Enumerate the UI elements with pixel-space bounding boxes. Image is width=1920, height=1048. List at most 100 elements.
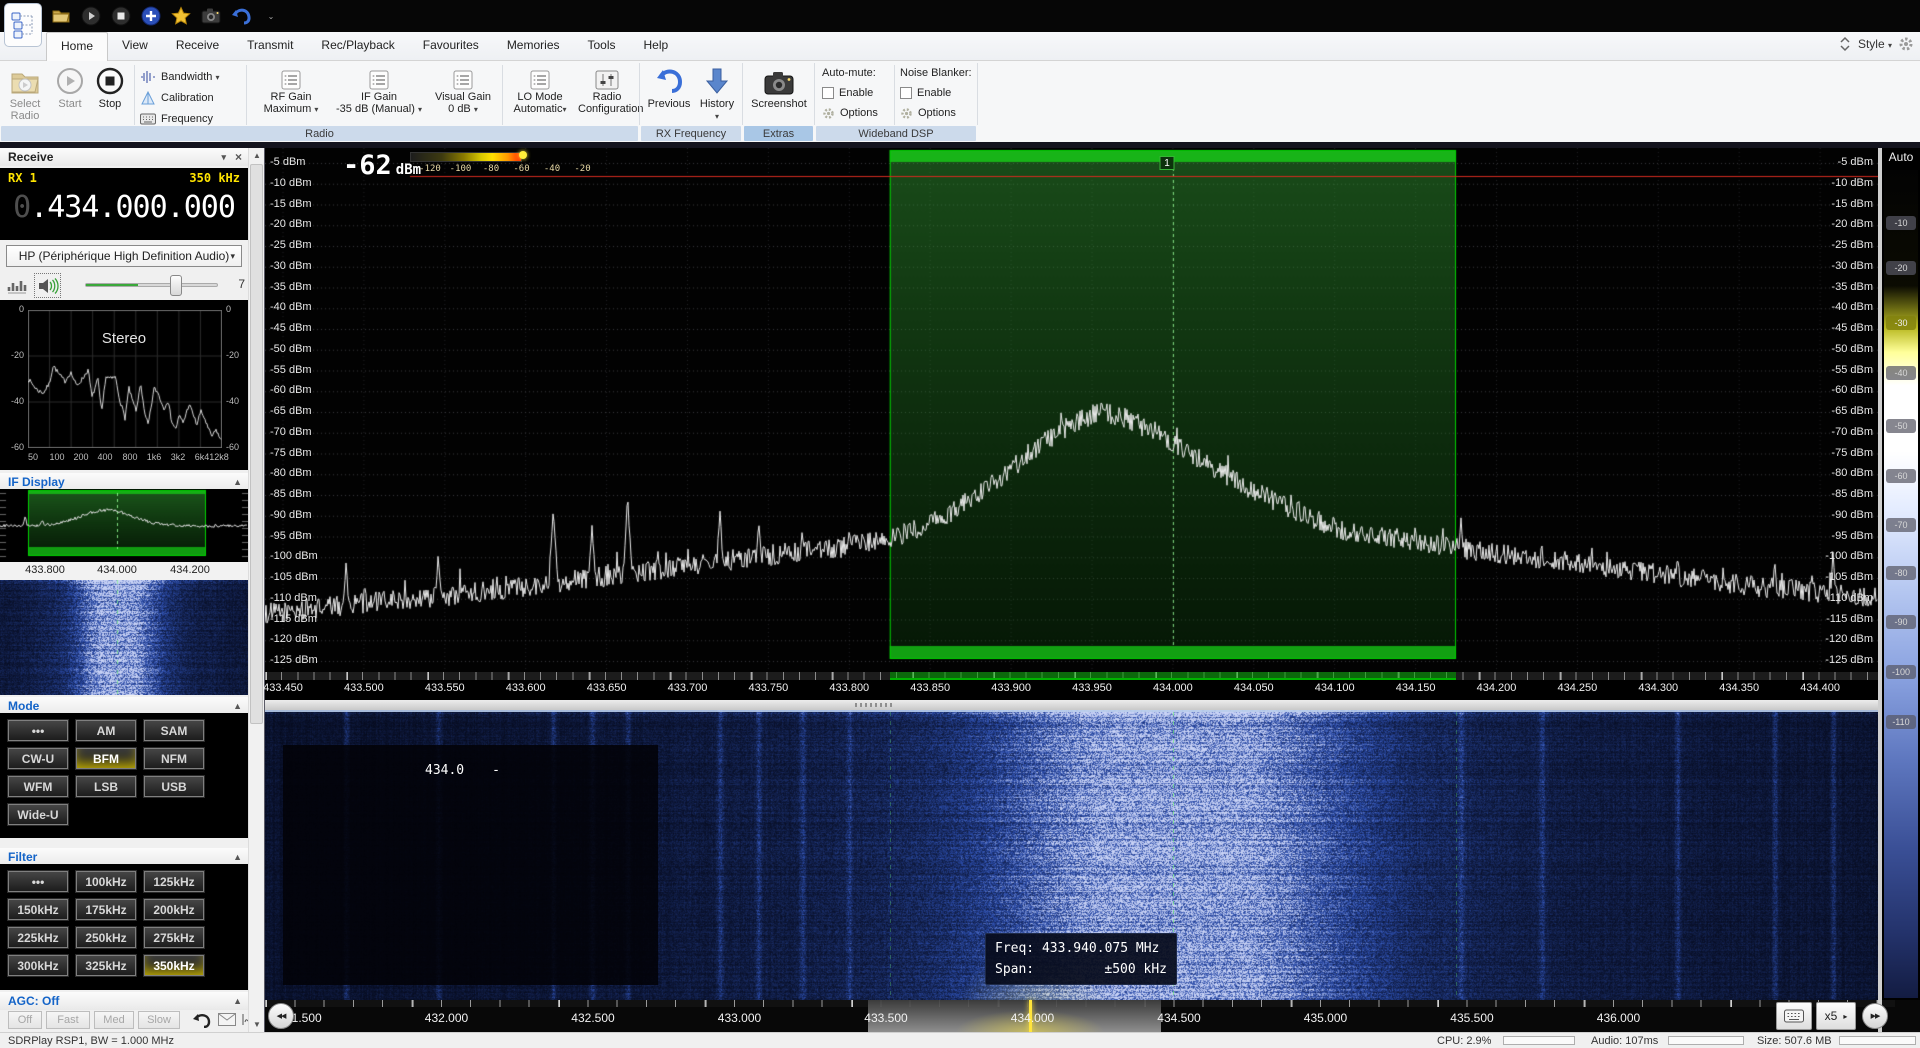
filter-button-225kHz[interactable]: 225kHz	[8, 927, 68, 948]
splitter-grip-icon[interactable]	[855, 703, 893, 707]
mode-button-WFM[interactable]: WFM	[8, 776, 68, 797]
mode-button-BFM[interactable]: BFM	[76, 748, 136, 769]
app-menu-button[interactable]	[4, 3, 42, 47]
panel-close-icon[interactable]: ×	[235, 150, 242, 164]
favourite-star-icon[interactable]	[170, 5, 192, 27]
filter-button-200kHz[interactable]: 200kHz	[144, 899, 204, 920]
auto-mute-options[interactable]: Options	[822, 103, 892, 123]
filter-button-350kHz[interactable]: 350kHz	[144, 955, 204, 976]
tab-view[interactable]: View	[108, 32, 162, 61]
agc-button-slow[interactable]: Slow	[138, 1011, 180, 1029]
filter-button-[interactable]: •••	[8, 871, 68, 892]
add-icon[interactable]	[140, 5, 162, 27]
tab-home[interactable]: Home	[46, 32, 108, 61]
camera-icon[interactable]	[200, 5, 222, 27]
radio-configuration-button[interactable]: Radio Configuration	[578, 63, 636, 115]
audio-device-select[interactable]: HP (Périphérique High Definition Audio) …	[6, 245, 242, 267]
stop-button[interactable]: Stop	[92, 63, 128, 110]
lo-mode-button[interactable]: LO Mode Automatic▾	[506, 63, 574, 115]
tab-favourites[interactable]: Favourites	[409, 32, 493, 61]
auto-mute-enable[interactable]: Enable	[822, 83, 892, 103]
band-navigation-bar[interactable]: 431.500432.000432.500433.000433.500434.0…	[265, 1000, 1920, 1032]
undo-icon[interactable]	[230, 5, 252, 27]
if-display-panel[interactable]	[0, 489, 248, 562]
tab-memories[interactable]: Memories	[493, 32, 574, 61]
rf-gain-button[interactable]: RF Gain Maximum ▾	[250, 63, 332, 115]
undo-arrow-icon[interactable]	[192, 1012, 212, 1028]
scrollbar-thumb[interactable]	[250, 164, 263, 724]
play-icon[interactable]	[80, 5, 102, 27]
nav-zoom-button[interactable]: x5▸	[1816, 1002, 1856, 1030]
frequency-digits[interactable]: 0.434.000.000	[2, 190, 246, 225]
rx-marker-badge[interactable]: 1	[1160, 156, 1175, 170]
section-collapse-icon[interactable]: ▲	[233, 701, 242, 711]
section-collapse-icon[interactable]: ▲	[233, 477, 242, 487]
visual-gain-button[interactable]: Visual Gain 0 dB ▾	[426, 63, 500, 115]
auto-mute-checkbox[interactable]	[822, 87, 834, 99]
volume-slider-handle[interactable]	[170, 275, 182, 296]
filter-button-325kHz[interactable]: 325kHz	[76, 955, 136, 976]
if-waterfall[interactable]	[0, 580, 248, 695]
spectrum-display[interactable]: -62dBm -120-100-80-60-40-20 1 -5 dBm-10 …	[265, 148, 1878, 672]
noise-blanker-enable[interactable]: Enable	[900, 83, 976, 103]
mute-button[interactable]	[34, 273, 61, 298]
collapse-expand-icon[interactable]	[1838, 36, 1852, 52]
volume-slider[interactable]	[85, 283, 218, 287]
mode-button-CWU[interactable]: CW-U	[8, 748, 68, 769]
bandwidth-button[interactable]: Bandwidth ▾	[140, 67, 219, 86]
spectrum-canvas[interactable]	[265, 148, 1878, 672]
filter-button-175kHz[interactable]: 175kHz	[76, 899, 136, 920]
mode-button-AM[interactable]: AM	[76, 720, 136, 741]
tab-transmit[interactable]: Transmit	[233, 32, 307, 61]
equalizer-icon[interactable]	[7, 277, 27, 295]
select-radio-button[interactable]: SelectRadio	[2, 63, 48, 122]
spectrum-frequency-scale[interactable]: 433.450433.500433.550433.600433.650433.7…	[265, 672, 1878, 700]
start-button[interactable]: Start	[52, 63, 88, 110]
section-collapse-icon[interactable]: ▲	[233, 852, 242, 862]
nav-scroll-left-button[interactable]: ◀◀	[268, 1003, 294, 1029]
agc-button-med[interactable]: Med	[94, 1011, 134, 1029]
filter-button-300kHz[interactable]: 300kHz	[8, 955, 68, 976]
screenshot-button[interactable]: Screenshot	[748, 63, 810, 110]
previous-frequency-button[interactable]: Previous	[646, 63, 692, 110]
tab-tools[interactable]: Tools	[574, 32, 630, 61]
open-folder-icon[interactable]	[50, 5, 72, 27]
tab-receive[interactable]: Receive	[162, 32, 233, 61]
envelope-icon[interactable]	[218, 1013, 236, 1026]
nav-scroll-right-button[interactable]: ▶▶	[1862, 1003, 1888, 1029]
mode-button-LSB[interactable]: LSB	[76, 776, 136, 797]
settings-gear-icon[interactable]	[1898, 36, 1914, 52]
scroll-down-icon[interactable]: ▼	[249, 1017, 265, 1032]
panel-collapse-icon[interactable]: ▾	[221, 152, 226, 163]
filter-button-250kHz[interactable]: 250kHz	[76, 927, 136, 948]
waterfall-colorbar[interactable]: Auto -10-20-30-40-50-60-70-80-90-100-110	[1882, 148, 1920, 1000]
stop-icon[interactable]	[110, 5, 132, 27]
spectrum-waterfall-splitter[interactable]	[265, 700, 1920, 710]
if-gain-button[interactable]: IF Gain -35 dB (Manual) ▾	[334, 63, 424, 115]
tab-help[interactable]: Help	[630, 32, 683, 61]
mode-button-[interactable]: •••	[8, 720, 68, 741]
filter-button-150kHz[interactable]: 150kHz	[8, 899, 68, 920]
filter-button-275kHz[interactable]: 275kHz	[144, 927, 204, 948]
sidebar-scrollbar[interactable]: ▲ ▼	[248, 148, 264, 1032]
calibration-button[interactable]: Calibration	[140, 88, 214, 107]
agc-button-fast[interactable]: Fast	[46, 1011, 90, 1029]
nav-keyboard-button[interactable]	[1776, 1002, 1812, 1030]
if-display-canvas[interactable]	[0, 489, 248, 562]
frequency-history-button[interactable]: History▾	[696, 63, 738, 123]
noise-blanker-options[interactable]: Options	[900, 103, 976, 123]
mode-button-USB[interactable]: USB	[144, 776, 204, 797]
scroll-up-icon[interactable]: ▲	[249, 148, 265, 163]
section-collapse-icon[interactable]: ▲	[233, 996, 242, 1006]
qat-customize-icon[interactable]: ⌄	[260, 5, 282, 27]
colorbar-gradient[interactable]	[1884, 170, 1918, 998]
tab-rec-playback[interactable]: Rec/Playback	[307, 32, 408, 61]
mode-button-SAM[interactable]: SAM	[144, 720, 204, 741]
style-menu[interactable]: Style ▾	[1858, 37, 1892, 51]
filter-button-125kHz[interactable]: 125kHz	[144, 871, 204, 892]
if-waterfall-canvas[interactable]	[0, 580, 248, 695]
frequency-display[interactable]: RX 1 350 kHz 0.434.000.000	[0, 168, 248, 240]
agc-button-off[interactable]: Off	[8, 1011, 42, 1029]
mode-button-WideU[interactable]: Wide-U	[8, 804, 68, 825]
waterfall-display[interactable]: 434.0- Freq: 433.940.075 MHz Span:±500 k…	[265, 710, 1878, 1000]
